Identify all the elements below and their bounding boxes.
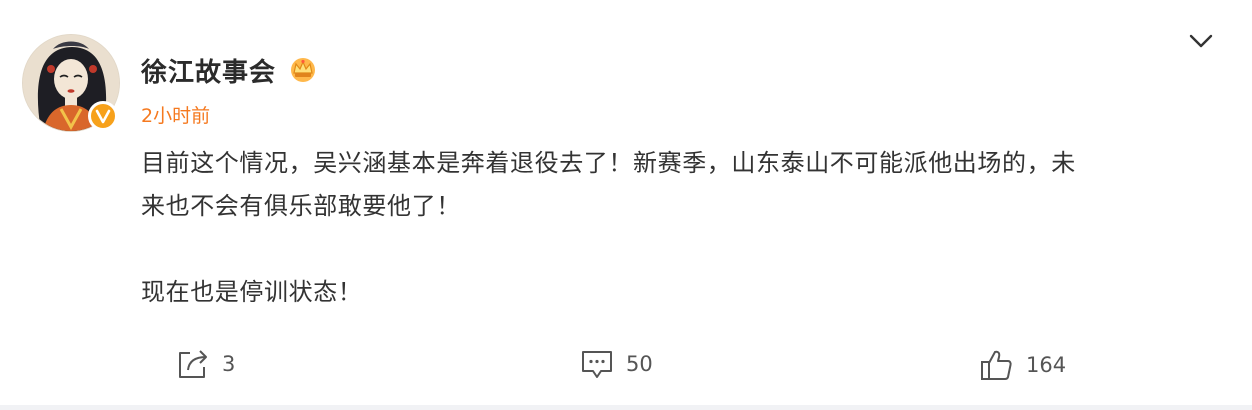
comment-button[interactable]: 50 <box>580 348 653 380</box>
comment-count: 50 <box>626 352 653 376</box>
weibo-post-card: 徐江故事会 2小时前 目前这个情况，吴兴涵基本是奔着退役去了！新赛季，山东泰山不… <box>0 0 1252 405</box>
author-name[interactable]: 徐江故事会 <box>141 52 276 89</box>
verified-badge-icon <box>88 101 118 131</box>
thumbs-up-icon <box>981 350 1012 380</box>
crown-badge-icon[interactable] <box>288 54 318 84</box>
action-bar: 3 50 164 <box>0 340 1252 390</box>
post-time[interactable]: 2小时前 <box>141 101 210 128</box>
content-line-2: 来也不会有俱乐部敢要他了！ <box>141 192 461 220</box>
like-button[interactable]: 164 <box>980 348 1066 382</box>
share-button[interactable]: 3 <box>176 348 235 380</box>
chevron-down-icon[interactable] <box>1188 32 1214 50</box>
v-check-icon <box>95 109 111 124</box>
post-content: 目前这个情况，吴兴涵基本是奔着退役去了！新赛季，山东泰山不可能派他出场的，未 来… <box>141 142 1221 314</box>
content-line-1: 目前这个情况，吴兴涵基本是奔着退役去了！新赛季，山东泰山不可能派他出场的，未 <box>141 149 1076 177</box>
share-count: 3 <box>222 352 236 376</box>
like-count: 164 <box>1026 353 1067 377</box>
share-icon <box>179 350 207 378</box>
author-avatar-wrapper[interactable] <box>22 34 120 132</box>
content-line-3: 现在也是停训状态！ <box>141 278 363 306</box>
comment-icon <box>582 351 612 378</box>
